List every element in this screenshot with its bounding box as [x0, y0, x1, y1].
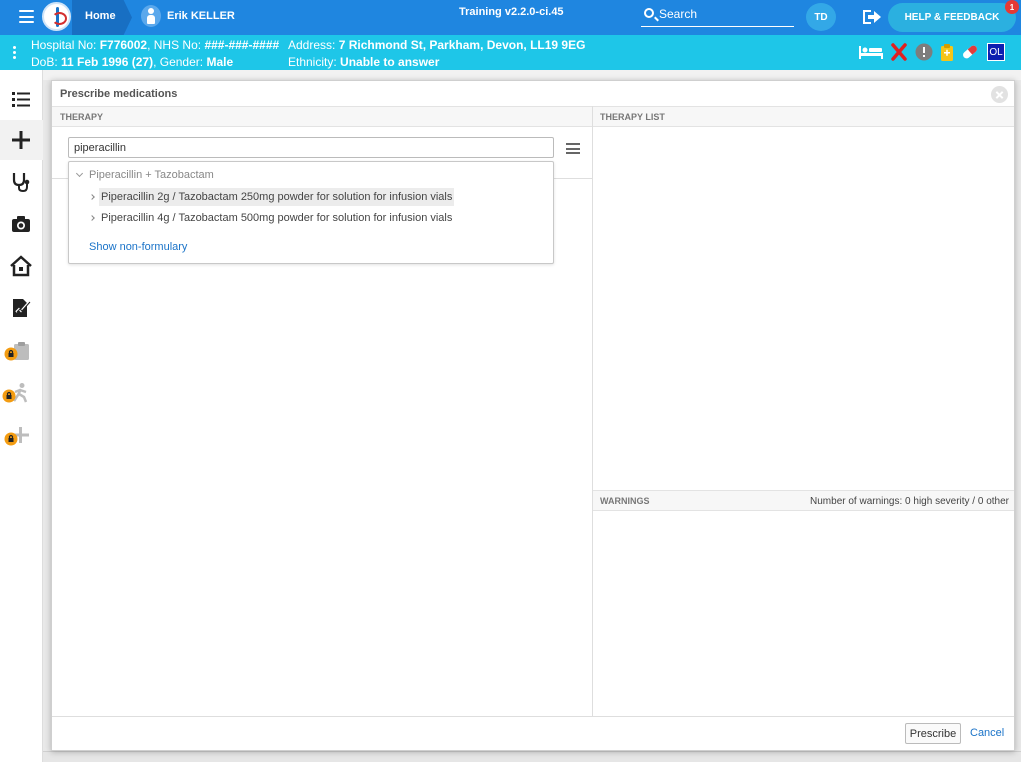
warnings-section-header: WARNINGS Number of warnings: 0 high seve…	[592, 490, 1014, 511]
ethnicity-line: Ethnicity: Unable to answer	[288, 55, 440, 69]
sidebar	[0, 70, 43, 762]
therapy-header-label: THERAPY	[60, 112, 104, 122]
pill-icon[interactable]	[960, 43, 980, 61]
notification-badge: 1	[1005, 0, 1019, 14]
bed-icon[interactable]	[858, 43, 884, 61]
close-icon[interactable]	[991, 86, 1008, 103]
global-search[interactable]: Search	[641, 4, 794, 27]
camera-icon[interactable]	[10, 213, 32, 235]
result-group-label[interactable]: Piperacillin + Tazobactam	[89, 169, 214, 181]
therapy-list-section-header: THERAPY LIST	[592, 106, 1014, 127]
training-version-label: Training v2.2.0-ci.45	[459, 6, 564, 18]
user-avatar[interactable]: TD	[806, 3, 836, 31]
search-icon	[644, 8, 654, 18]
address-line: Address: 7 Richmond St, Parkham, Devon, …	[288, 38, 586, 52]
medication-search-results: Piperacillin + Tazobactam Piperacillin 2…	[68, 161, 554, 264]
nhs-number: ###-###-####	[204, 38, 280, 52]
home-label[interactable]: Home	[85, 10, 116, 22]
list-icon[interactable]	[10, 88, 32, 110]
dialog-title: Prescribe medications	[60, 88, 178, 100]
document-edit-icon[interactable]	[10, 297, 32, 319]
warnings-header-label: WARNINGS	[600, 496, 650, 506]
panel-divider	[592, 106, 593, 716]
dob-gender-line: DoB: 11 Feb 1996 (27), Gender: Male	[31, 55, 234, 69]
warnings-count: Number of warnings: 0 high severity / 0 …	[810, 496, 1009, 507]
patient-name[interactable]: Erik KELLER	[167, 10, 235, 22]
search-label: Search	[659, 7, 698, 21]
dob: 11 Feb 1996 (27)	[61, 55, 154, 69]
locked-clipboard-icon[interactable]	[4, 340, 32, 362]
alert-icon[interactable]	[915, 43, 933, 61]
ethnicity: Unable to answer	[340, 55, 440, 69]
hamburger-menu-icon[interactable]	[19, 10, 34, 23]
chevron-right-icon	[89, 194, 95, 200]
allergy-x-icon[interactable]	[891, 43, 907, 61]
address: 7 Richmond St, Parkham, Devon, LL19 9EG	[338, 38, 586, 52]
ol-badge-icon[interactable]: OL	[987, 43, 1005, 61]
help-feedback-button[interactable]: HELP & FEEDBACK	[888, 3, 1016, 32]
result-item-0[interactable]: Piperacillin 2g / Tazobactam 250mg powde…	[99, 188, 455, 206]
chevron-down-icon[interactable]	[75, 169, 84, 178]
clipboard-icon[interactable]	[940, 43, 954, 62]
plus-icon[interactable]	[10, 129, 32, 151]
background-page-bottom	[43, 751, 1021, 762]
more-options-icon[interactable]	[13, 46, 16, 61]
top-bar: Home Erik KELLER Training v2.2.0-ci.45 S…	[0, 0, 1021, 35]
home-icon[interactable]	[10, 255, 32, 277]
prescribe-medications-dialog: Prescribe medications THERAPY THERAPY LI…	[51, 80, 1015, 751]
medication-search-input[interactable]	[68, 137, 554, 158]
show-non-formulary-link[interactable]: Show non-formulary	[89, 241, 187, 253]
hospital-nhs-line: Hospital No: F776002, NHS No: ###-###-##…	[31, 38, 280, 52]
therapy-list-header-label: THERAPY LIST	[600, 112, 665, 122]
footer-divider	[52, 716, 1014, 717]
cancel-link[interactable]: Cancel	[970, 727, 1004, 739]
prescribe-button[interactable]: Prescribe	[905, 723, 961, 744]
search-options-menu-icon[interactable]	[566, 143, 580, 157]
background-page-strip	[43, 70, 1021, 80]
app-logo[interactable]	[42, 2, 71, 31]
locked-walking-icon[interactable]	[2, 382, 32, 404]
chevron-right-icon	[89, 215, 95, 221]
patient-icon	[141, 5, 161, 27]
logout-icon[interactable]	[863, 10, 881, 24]
gender: Male	[206, 55, 234, 69]
stethoscope-icon[interactable]	[10, 171, 32, 193]
result-item-1[interactable]: Piperacillin 4g / Tazobactam 500mg powde…	[99, 209, 454, 227]
therapy-section-header: THERAPY	[52, 106, 592, 127]
hospital-number: F776002	[99, 38, 148, 52]
locked-add-icon[interactable]	[4, 425, 32, 447]
